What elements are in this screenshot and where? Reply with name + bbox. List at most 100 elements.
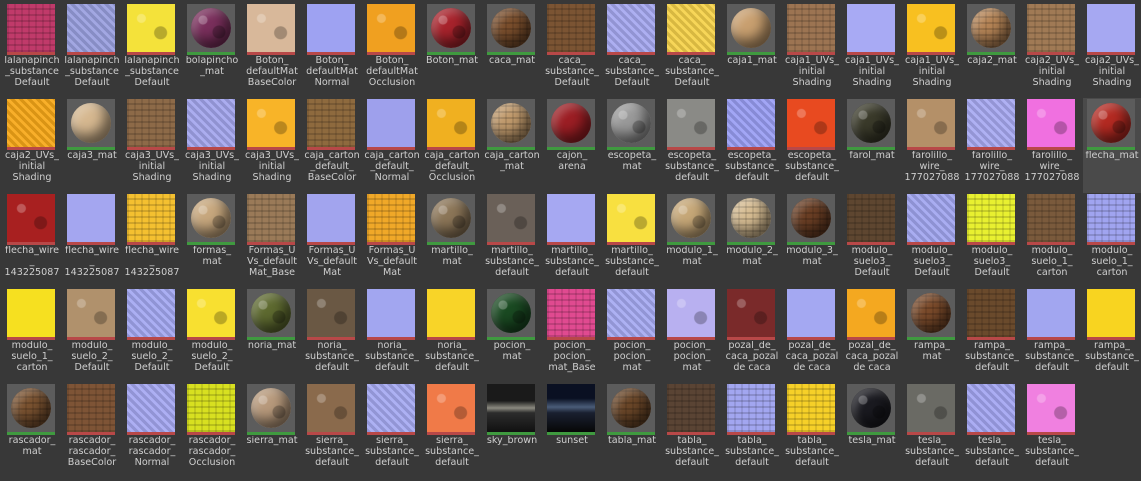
- asset-tile[interactable]: noria_ substance_ default: [423, 288, 483, 383]
- asset-tile[interactable]: caja3_UVs_ initial Shading: [183, 98, 243, 193]
- asset-tile[interactable]: tesla_ substance_ default: [963, 383, 1023, 478]
- asset-tile[interactable]: noria_mat: [243, 288, 303, 383]
- asset-tile[interactable]: escopeta_ mat: [603, 98, 663, 193]
- asset-tile[interactable]: Formas_U Vs_default Mat: [303, 193, 363, 288]
- asset-tile[interactable]: lalanapinch _substance Default: [3, 3, 63, 98]
- asset-type-bar: [727, 242, 775, 245]
- asset-tile[interactable]: escopeta_ substance_ default: [663, 98, 723, 193]
- asset-tile[interactable]: sierra_mat: [243, 383, 303, 478]
- asset-tile[interactable]: farolillo_ wire_ 177027088: [1023, 98, 1083, 193]
- asset-tile[interactable]: sierra_ substance_ default: [303, 383, 363, 478]
- asset-tile[interactable]: modulo_2_ mat: [723, 193, 783, 288]
- asset-tile[interactable]: rascador_ rascador_ Occlusion: [183, 383, 243, 478]
- asset-tile[interactable]: rampa_ substance_ default: [1083, 288, 1141, 383]
- asset-tile[interactable]: martillo_ substance_ default: [543, 193, 603, 288]
- asset-tile[interactable]: modulo_1_ mat: [663, 193, 723, 288]
- asset-tile[interactable]: farol_mat: [843, 98, 903, 193]
- asset-tile[interactable]: bolapincho _mat: [183, 3, 243, 98]
- asset-tile[interactable]: sky_brown: [483, 383, 543, 478]
- asset-tile[interactable]: modulo_ suelo_1_ carton: [3, 288, 63, 383]
- asset-tile[interactable]: escopeta_ substance_ default: [723, 98, 783, 193]
- asset-tile[interactable]: modulo_ suelo_1_ carton: [1023, 193, 1083, 288]
- asset-tile[interactable]: tesla_ substance_ default: [903, 383, 963, 478]
- asset-tile[interactable]: tabla_mat: [603, 383, 663, 478]
- asset-tile[interactable]: caja2_UVs_ initial Shading: [3, 98, 63, 193]
- asset-thumbnail: [427, 4, 475, 52]
- asset-tile[interactable]: farolillo_ wire_ 177027088: [963, 98, 1023, 193]
- asset-thumbnail: [667, 99, 715, 147]
- asset-tile[interactable]: modulo_ suelo3_ Default: [903, 193, 963, 288]
- asset-tile[interactable]: flecha_mat: [1083, 98, 1141, 193]
- asset-tile[interactable]: caja3_mat: [63, 98, 123, 193]
- asset-tile[interactable]: noria_ substance_ default: [303, 288, 363, 383]
- asset-tile[interactable]: caja2_mat: [963, 3, 1023, 98]
- asset-tile[interactable]: pozal_de_ caca_pozal de caca: [783, 288, 843, 383]
- asset-tile[interactable]: caja_carton _default_ BaseColor: [303, 98, 363, 193]
- asset-tile[interactable]: modulo_ suelo_2_ Default: [63, 288, 123, 383]
- asset-tile[interactable]: lalanapinch _substance Default: [63, 3, 123, 98]
- asset-tile[interactable]: Formas_U Vs_default Mat: [363, 193, 423, 288]
- asset-tile[interactable]: modulo_ suelo_2_ Default: [123, 288, 183, 383]
- asset-tile[interactable]: modulo_ suelo3_ Default: [963, 193, 1023, 288]
- asset-tile[interactable]: tabla_ substance_ default: [723, 383, 783, 478]
- asset-tile[interactable]: caja3_UVs_ initial Shading: [123, 98, 183, 193]
- asset-tile[interactable]: lalanapinch _substance Default: [123, 3, 183, 98]
- asset-tile[interactable]: modulo_3_ mat: [783, 193, 843, 288]
- asset-tile[interactable]: modulo_ suelo_1_ carton: [1083, 193, 1141, 288]
- asset-tile[interactable]: formas_ mat: [183, 193, 243, 288]
- asset-tile[interactable]: modulo_ suelo3_ Default: [843, 193, 903, 288]
- asset-tile[interactable]: caja_carton _default_ Normal: [363, 98, 423, 193]
- asset-tile[interactable]: martillo_ substance_ default: [603, 193, 663, 288]
- asset-tile[interactable]: Boton_ defaultMat Occlusion: [363, 3, 423, 98]
- asset-tile[interactable]: escopeta_ substance_ default: [783, 98, 843, 193]
- asset-tile[interactable]: pozal_de_ caca_pozal de caca: [843, 288, 903, 383]
- asset-tile[interactable]: caja1_UVs_ initial Shading: [783, 3, 843, 98]
- asset-tile[interactable]: tabla_ substance_ default: [663, 383, 723, 478]
- asset-tile[interactable]: caja_carton _default_ Occlusion: [423, 98, 483, 193]
- asset-tile[interactable]: rascador_ mat: [3, 383, 63, 478]
- asset-tile[interactable]: martillo_ mat: [423, 193, 483, 288]
- asset-tile[interactable]: rampa_ substance_ default: [963, 288, 1023, 383]
- asset-tile[interactable]: caja2_UVs_ initial Shading: [1023, 3, 1083, 98]
- asset-type-bar: [607, 147, 655, 150]
- asset-tile[interactable]: sierra_ substance_ default: [363, 383, 423, 478]
- asset-tile[interactable]: rascador_ rascador_ Normal: [123, 383, 183, 478]
- asset-tile[interactable]: pocion_ pocion_ mat: [603, 288, 663, 383]
- asset-tile[interactable]: tesla_ substance_ default: [1023, 383, 1083, 478]
- asset-type-bar: [367, 147, 415, 150]
- texture-preview: [847, 4, 895, 52]
- asset-tile[interactable]: flecha_wire _ 143225087: [3, 193, 63, 288]
- asset-tile[interactable]: sierra_ substance_ default: [423, 383, 483, 478]
- asset-tile[interactable]: Boton_ defaultMat Normal: [303, 3, 363, 98]
- asset-tile[interactable]: pocion_ pocion_ mat: [663, 288, 723, 383]
- asset-tile[interactable]: caja1_UVs_ initial Shading: [843, 3, 903, 98]
- asset-tile[interactable]: Boton_mat: [423, 3, 483, 98]
- asset-tile[interactable]: sunset: [543, 383, 603, 478]
- asset-tile[interactable]: caja1_mat: [723, 3, 783, 98]
- asset-tile[interactable]: farolillo_ wire_ 177027088: [903, 98, 963, 193]
- asset-tile[interactable]: caja1_UVs_ initial Shading: [903, 3, 963, 98]
- asset-tile[interactable]: rampa_ substance_ default: [1023, 288, 1083, 383]
- asset-tile[interactable]: tabla_ substance_ default: [783, 383, 843, 478]
- asset-tile[interactable]: flecha_wire _ 143225087: [63, 193, 123, 288]
- asset-tile[interactable]: caca_ substance_ Default: [543, 3, 603, 98]
- asset-tile[interactable]: rascador_ rascador_ BaseColor: [63, 383, 123, 478]
- asset-tile[interactable]: tesla_mat: [843, 383, 903, 478]
- asset-tile[interactable]: caca_mat: [483, 3, 543, 98]
- asset-tile[interactable]: Boton_ defaultMat BaseColor: [243, 3, 303, 98]
- asset-tile[interactable]: pocion_ mat: [483, 288, 543, 383]
- asset-tile[interactable]: modulo_ suelo_2_ Default: [183, 288, 243, 383]
- asset-tile[interactable]: rampa_ mat: [903, 288, 963, 383]
- asset-tile[interactable]: caca_ substance_ Default: [603, 3, 663, 98]
- asset-tile[interactable]: martillo_ substance_ default: [483, 193, 543, 288]
- asset-tile[interactable]: flecha_wire _ 143225087: [123, 193, 183, 288]
- asset-tile[interactable]: Formas_U Vs_default Mat_Base: [243, 193, 303, 288]
- asset-tile[interactable]: caca_ substance_ Default: [663, 3, 723, 98]
- asset-tile[interactable]: noria_ substance_ default: [363, 288, 423, 383]
- asset-tile[interactable]: caja3_UVs_ initial Shading: [243, 98, 303, 193]
- asset-tile[interactable]: pocion_ pocion_ mat_Base: [543, 288, 603, 383]
- asset-tile[interactable]: cajon_ arena: [543, 98, 603, 193]
- asset-tile[interactable]: pozal_de_ caca_pozal de caca: [723, 288, 783, 383]
- asset-tile[interactable]: caja2_UVs_ initial Shading: [1083, 3, 1141, 98]
- asset-tile[interactable]: caja_carton _mat: [483, 98, 543, 193]
